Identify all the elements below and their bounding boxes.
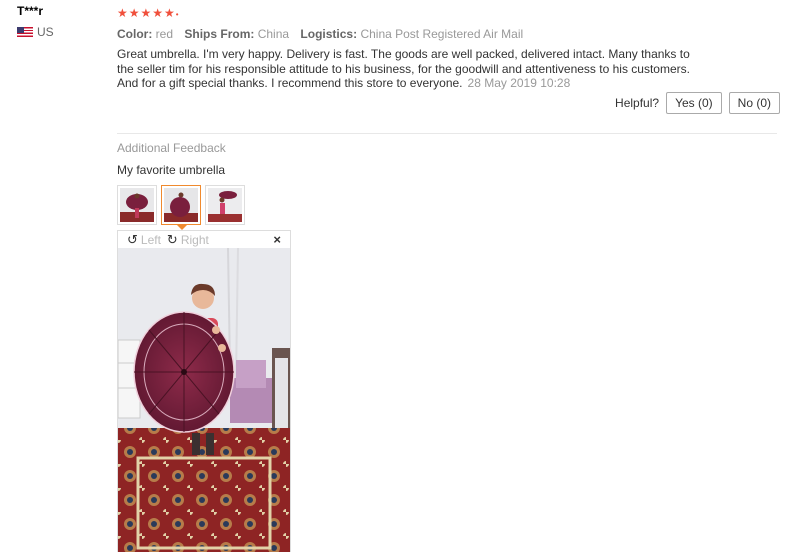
rotate-right-label: Right: [180, 232, 209, 247]
viewer-toolbar: ↺ Left ↻ Right ×: [118, 231, 290, 248]
rotate-right-icon: ↻: [166, 232, 178, 247]
rotate-left-icon: ↺: [127, 232, 138, 247]
photo-thumbnail[interactable]: [117, 185, 157, 225]
additional-feedback-title: Additional Feedback: [117, 141, 226, 155]
logistics-label: Logistics:: [300, 27, 358, 41]
review-photo[interactable]: [118, 248, 290, 552]
additional-feedback-text: My favorite umbrella: [117, 163, 226, 177]
photo-thumbnail[interactable]: [205, 185, 245, 225]
color-label: Color:: [117, 27, 153, 41]
photo-thumbnails: [117, 185, 245, 230]
helpful-label: Helpful?: [615, 96, 660, 110]
photo-viewer: ↺ Left ↻ Right ×: [117, 230, 291, 552]
divider: [117, 133, 777, 134]
logistics-value: China Post Registered Air Mail: [360, 27, 524, 41]
stars-icon: ★★★★★: [117, 6, 176, 20]
review-text: Great umbrella. I'm very happy. Delivery…: [117, 47, 690, 90]
rotate-left-label: Left: [140, 232, 161, 247]
reviewer-name: T***r: [17, 4, 44, 18]
reviewer-country: US: [17, 25, 54, 39]
review-block: ★★★★★• Color: red Ships From: China Logi…: [117, 6, 777, 91]
review-meta: Color: red Ships From: China Logistics: …: [117, 26, 777, 42]
no-button[interactable]: No (0): [728, 92, 780, 114]
additional-feedback: Additional Feedback My favorite umbrella: [117, 141, 226, 177]
review-date: 28 May 2019 10:28: [467, 76, 571, 90]
country-label: US: [37, 25, 54, 39]
review-text-block: Great umbrella. I'm very happy. Delivery…: [117, 47, 697, 91]
rotate-right-button[interactable]: ↻ Right: [167, 233, 209, 247]
ships-value: China: [257, 27, 290, 41]
us-flag-icon: [17, 27, 33, 37]
close-icon[interactable]: ×: [273, 232, 281, 247]
star-rating: ★★★★★•: [117, 6, 180, 20]
yes-button[interactable]: Yes (0): [666, 92, 722, 114]
rotate-left-button[interactable]: ↺ Left: [127, 233, 161, 247]
ships-label: Ships From:: [184, 27, 255, 41]
color-value: red: [155, 27, 174, 41]
reviewer-info: T***r US: [17, 4, 54, 39]
photo-thumbnail-selected[interactable]: [161, 185, 201, 230]
helpful-vote: Helpful? Yes (0) No (0): [615, 92, 780, 114]
